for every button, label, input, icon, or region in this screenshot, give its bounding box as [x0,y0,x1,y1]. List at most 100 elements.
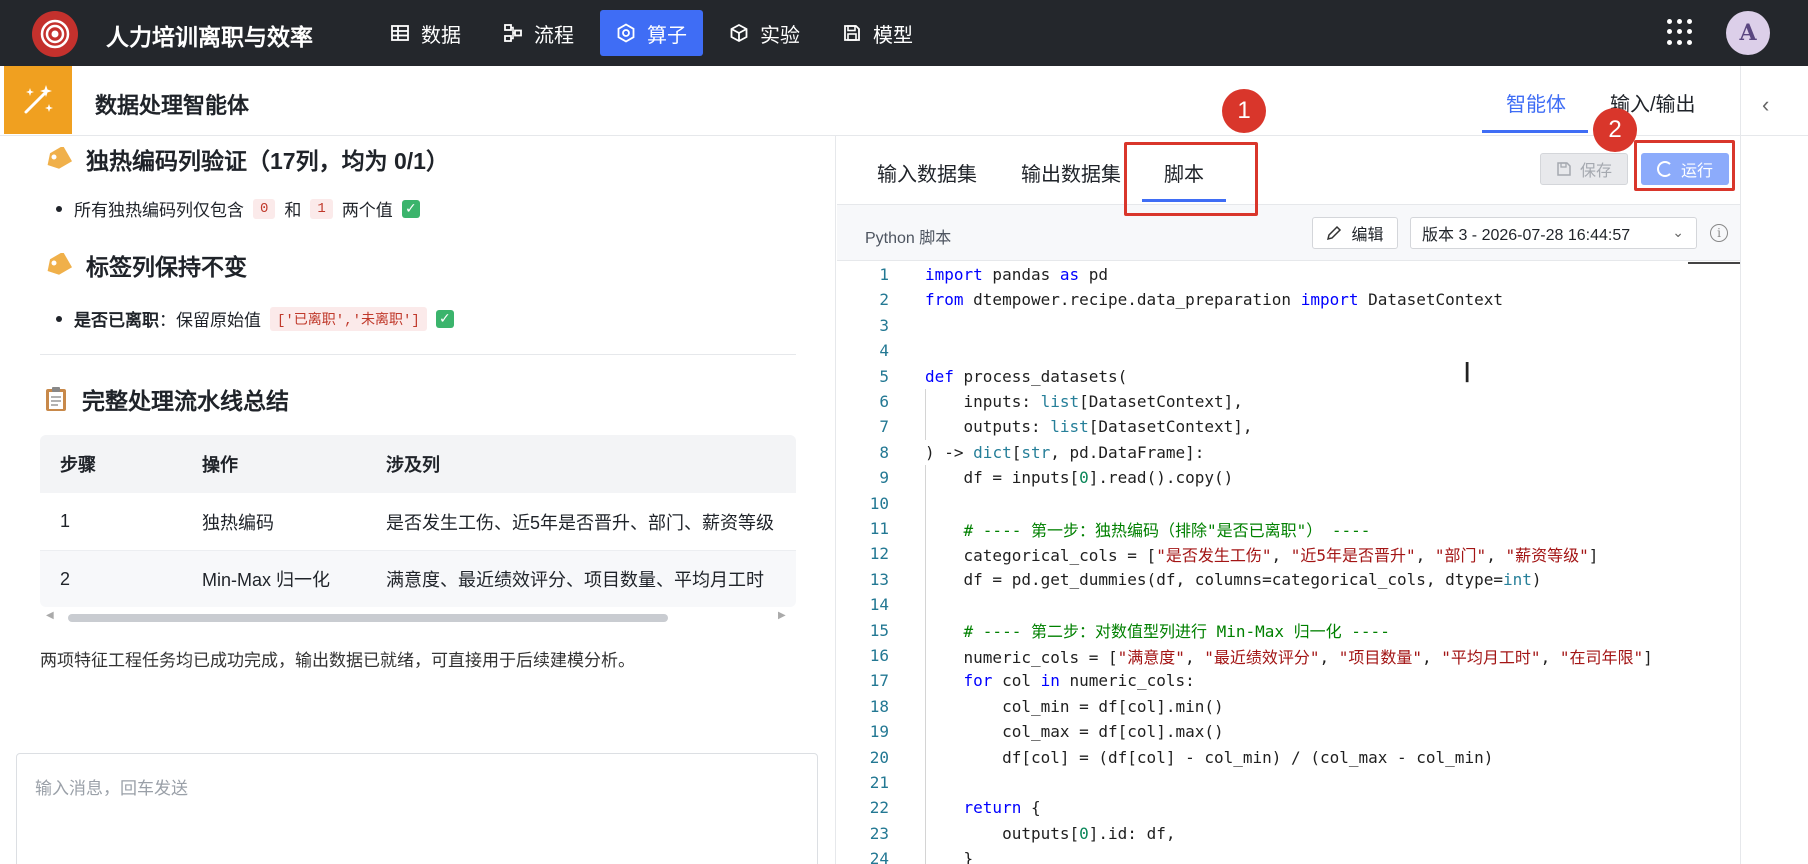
inline-code: 0 [253,198,276,219]
code-token: df[col] = (df[col] - col_min) / (col_max… [925,747,1494,767]
list-item: 是否已离职 ：保留原始值 ['已离职','未离职'] ✓ [56,306,454,331]
version-select[interactable]: 版本 3 - 2026-07-28 16:44:57 ⌄ [1410,217,1697,249]
chat-panel: 独热编码列验证（17列，均为 0/1） 所有独热编码列仅包含 0 和 1 两个值… [0,136,836,864]
code-token: [DatasetContext], [1088,417,1253,437]
code-token: "最近绩效评分" [1204,647,1320,667]
line-number: 17 [869,671,889,691]
annotation-box-script-tab [1124,142,1258,216]
collapse-panel-icon[interactable]: ‹ [1762,92,1769,118]
code-text: from dtempower.recipe.data_preparation i… [925,290,1503,309]
save-button[interactable]: 保存 [1540,153,1628,185]
code-editor[interactable]: 1 import pandas as pd 2 from dtempower.reci… [837,262,1740,864]
app-logo[interactable] [32,11,78,57]
section-heading-text: 标签列保持不变 [86,254,247,280]
code-line: 9 df = inputs[0].read().copy() [837,465,1740,490]
code-token: [DatasetContext], [1079,392,1243,411]
script-panel: 输入数据集 输出数据集 脚本 保存 运行 Python 脚本 编辑 版本 3 -… [837,136,1740,864]
code-token: # ---- 第一步：独热编码（排除"是否已离职"） ---- [925,520,1371,540]
line-number: 16 [869,646,889,665]
code-text: col_max = df[col].max() [925,722,1224,741]
line-number: 8 [879,442,889,462]
code-token: { [1021,798,1041,818]
code-token: int [1502,569,1532,589]
annotation-badge: 1 [1222,89,1266,133]
code-text: return { [925,798,1041,817]
nav-item-model[interactable]: 模型 [826,10,929,56]
code-token: ] [1588,545,1599,565]
code-scrollbar[interactable] [1688,262,1740,864]
annotation-badge: 2 [1593,108,1637,152]
tab-agent[interactable]: 智能体 [1506,88,1566,117]
summary-text: 两项特征工程任务均已成功完成，输出数据已就绪，可直接用于后续建模分析。 [40,651,635,670]
nav-item-experiment[interactable]: 实验 [713,10,816,56]
scrollbar-thumb[interactable] [68,614,668,622]
code-text: df = inputs[0].read().copy() [925,468,1234,488]
section-divider [40,354,796,355]
code-token: 0 [1079,823,1089,843]
code-token: outputs[ [925,823,1080,843]
app-title: 人力培训离职与效率 [106,24,313,50]
code-text: # ---- 第一步：独热编码（排除"是否已离职"） ---- [925,517,1371,541]
text-cursor-icon: I [1463,356,1472,389]
nav-item-label: 流程 [534,24,574,47]
code-token: ) [1531,569,1542,589]
table-header-row: 步骤 操作 涉及列 [40,435,796,493]
code-token: , [1422,647,1442,667]
code-text: categorical_cols = ["是否发生工伤", "近5年是否晋升",… [925,542,1599,566]
code-line: 11 # ---- 第一步：独热编码（排除"是否已离职"） ---- [837,516,1740,541]
code-line: 7 outputs: list[DatasetContext], [837,414,1740,439]
code-line: 23 outputs[0].id: df, [837,821,1740,846]
line-number: 23 [869,823,889,843]
code-line: 5 def process_datasets( [837,364,1740,389]
column-header: 涉及列 [386,455,440,475]
edit-button[interactable]: 编辑 [1312,217,1398,249]
line-number: 18 [869,696,889,716]
column-header: 操作 [202,455,238,475]
nav-item-operator[interactable]: 算子 [600,10,703,56]
line-number: 2 [879,290,889,310]
tab-output-dataset[interactable]: 输出数据集 [1021,158,1121,187]
code-token: ].read().copy() [1088,468,1234,488]
indent-guide [925,465,926,864]
code-line: 18 col_min = df[col].min() [837,694,1740,719]
code-text: for col in numeric_cols: [925,671,1195,690]
code-token: list [1040,392,1080,411]
scroll-left-icon[interactable]: ◀ [46,610,54,621]
code-text: def process_datasets( [925,367,1127,386]
code-token: outputs: [925,417,1051,437]
code-token: "部门" [1434,545,1487,565]
info-icon[interactable]: i [1710,224,1728,242]
save-icon [1557,162,1571,176]
apps-grid-icon[interactable] [1667,19,1693,45]
code-token: , [1415,545,1435,565]
code-token: , [1540,647,1560,667]
check-mark-icon: ✓ [435,309,454,328]
bullet-text: 所有独热编码列仅包含 [74,201,244,220]
code-token: col [992,671,1041,691]
code-token: df = inputs[ [925,468,1080,488]
code-line: 16 numeric_cols = ["满意度", "最近绩效评分", "项目数… [837,643,1740,668]
avatar[interactable]: A [1726,11,1770,55]
table-horizontal-scrollbar[interactable]: ◀ ▶ [40,610,796,624]
nav-item-flow[interactable]: 流程 [487,10,590,56]
code-line: 2 from dtempower.recipe.data_preparation … [837,287,1740,312]
line-number: 3 [879,315,889,335]
line-number: 4 [879,341,889,361]
code-token: "平均月工时" [1441,647,1541,667]
nav-item-data[interactable]: 数据 [374,10,477,56]
cube-icon [730,23,748,43]
tab-input-dataset[interactable]: 输入数据集 [877,158,977,187]
scroll-right-icon[interactable]: ▶ [778,610,786,621]
code-token: , pd.DataFrame]: [1050,442,1205,462]
save-label: 保存 [1579,163,1612,180]
code-token: pd [1079,265,1109,284]
code-text: df[col] = (df[col] - col_min) / (col_max… [925,748,1493,767]
code-line: 24 } [837,846,1740,864]
nav-item-label: 算子 [647,24,687,47]
code-token: as [1059,265,1080,284]
code-token: [ [1011,442,1022,462]
code-token: process_datasets( [953,366,1128,386]
code-text: numeric_cols = ["满意度", "最近绩效评分", "项目数量",… [925,644,1653,668]
chat-input[interactable]: 输入消息，回车发送 [16,753,818,864]
